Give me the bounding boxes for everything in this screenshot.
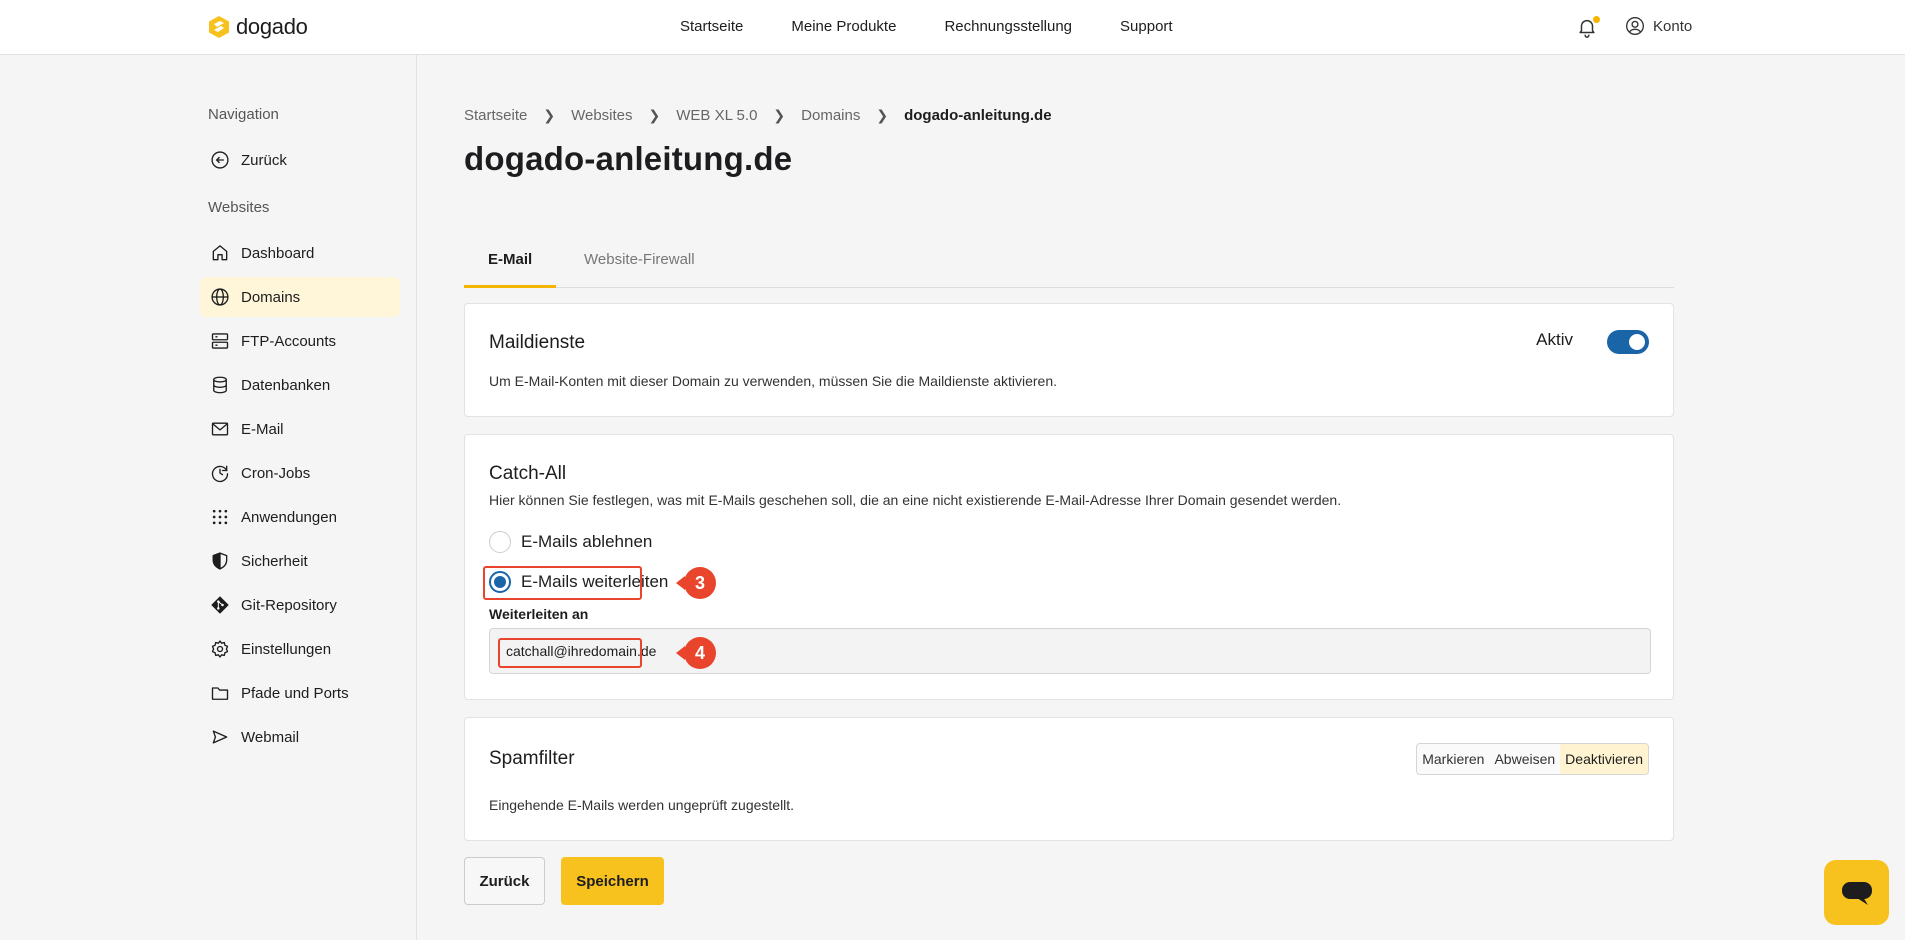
- sidebar-item-label: Cron-Jobs: [241, 464, 311, 482]
- dogado-logo-icon: [209, 16, 229, 38]
- catch-all-title: Catch-All: [489, 463, 567, 484]
- sidebar-item-cron-jobs[interactable]: Cron-Jobs: [200, 453, 400, 493]
- sidebar-item-label: E-Mail: [241, 420, 284, 438]
- catch-all-description: Hier können Sie festlegen, was mit E-Mai…: [489, 492, 1342, 508]
- breadcrumb-domains[interactable]: Domains: [801, 107, 860, 124]
- notification-dot: [1593, 16, 1600, 23]
- save-button[interactable]: Speichern: [561, 857, 664, 905]
- sidebar-item-git-repository[interactable]: Git-Repository: [200, 585, 400, 625]
- nav-rechnungsstellung[interactable]: Rechnungsstellung: [944, 18, 1072, 35]
- maildienste-card: Maildienste Aktiv Um E-Mail-Konten mit d…: [464, 303, 1674, 417]
- forward-field-label: Weiterleiten an: [489, 606, 589, 622]
- sidebar-item-label: Sicherheit: [241, 552, 308, 570]
- send-icon: [212, 730, 228, 744]
- mail-icon: [211, 422, 229, 436]
- chat-icon: [1841, 881, 1872, 905]
- toggle-label: Aktiv: [1536, 330, 1573, 349]
- chat-button[interactable]: [1824, 860, 1889, 925]
- server-icon: [211, 333, 229, 349]
- maildienste-toggle[interactable]: [1607, 330, 1649, 354]
- chevron-right-icon: ❯: [648, 107, 661, 123]
- radio-reject[interactable]: [489, 531, 511, 553]
- sidebar-heading-websites: Websites: [208, 199, 270, 216]
- step-badge-4: 4: [676, 637, 716, 669]
- sidebar-item-label: Dashboard: [241, 244, 315, 262]
- nav-startseite[interactable]: Startseite: [680, 18, 743, 35]
- nav-support[interactable]: Support: [1120, 18, 1173, 35]
- breadcrumb-current: dogado-anleitung.de: [904, 107, 1052, 124]
- chevron-right-icon: ❯: [543, 107, 556, 123]
- spamfilter-option-markieren[interactable]: Markieren: [1417, 744, 1489, 774]
- spamfilter-description: Eingehende E-Mails werden ungeprüft zuge…: [489, 797, 795, 813]
- breadcrumb: Startseite ❯ Websites ❯ WEB XL 5.0 ❯ Dom…: [464, 107, 1052, 124]
- radio-reject-label: E-Mails ablehnen: [521, 532, 653, 551]
- sidebar-item-label: Zurück: [241, 151, 287, 169]
- chevron-right-icon: ❯: [773, 107, 786, 123]
- tab-email[interactable]: E-Mail: [464, 242, 557, 288]
- clock-icon: [211, 465, 229, 483]
- sidebar: Navigation Zurück Websites Dashboard Dom…: [0, 55, 417, 940]
- database-icon: [213, 376, 227, 394]
- page-title: dogado-anleitung.de: [464, 140, 793, 177]
- breadcrumb-websites[interactable]: Websites: [571, 107, 632, 124]
- maildienste-description: Um E-Mail-Konten mit dieser Domain zu ve…: [489, 373, 1058, 389]
- logo-text: dogado: [236, 14, 308, 39]
- sidebar-item-ftp-accounts[interactable]: FTP-Accounts: [200, 321, 400, 361]
- step-badge-3: 3: [676, 567, 716, 599]
- sidebar-item-label: Pfade und Ports: [241, 684, 349, 702]
- chevron-right-icon: ❯: [876, 107, 889, 123]
- home-icon: [212, 245, 228, 261]
- git-icon: [211, 596, 229, 614]
- top-bar: dogado Startseite Meine Produkte Rechnun…: [0, 0, 1905, 55]
- main-nav: Startseite Meine Produkte Rechnungsstell…: [680, 18, 1173, 35]
- annotation-highlight-forward: [483, 566, 642, 600]
- spamfilter-option-abweisen[interactable]: Abweisen: [1489, 744, 1560, 774]
- sidebar-item-label: Git-Repository: [241, 596, 337, 614]
- breadcrumb-startseite[interactable]: Startseite: [464, 107, 527, 124]
- sidebar-item-einstellungen[interactable]: Einstellungen: [200, 629, 400, 669]
- maildienste-title: Maildienste: [489, 332, 586, 353]
- sidebar-heading-navigation: Navigation: [208, 106, 279, 123]
- spamfilter-segmented-control: Markieren Abweisen Deaktivieren: [1416, 743, 1649, 775]
- back-button[interactable]: Zurück: [464, 857, 545, 905]
- gear-icon: [211, 640, 229, 658]
- sidebar-item-email[interactable]: E-Mail: [200, 409, 400, 449]
- sidebar-item-domains[interactable]: Domains: [200, 277, 400, 317]
- tab-bar: E-Mail Website-Firewall: [464, 242, 1674, 288]
- folder-icon: [211, 687, 229, 700]
- sidebar-item-anwendungen[interactable]: Anwendungen: [200, 497, 400, 537]
- sidebar-item-label: Einstellungen: [241, 640, 332, 658]
- radio-option-reject[interactable]: E-Mails ablehnen: [489, 531, 652, 553]
- nav-meine-produkte[interactable]: Meine Produkte: [791, 18, 896, 35]
- sidebar-item-label: Anwendungen: [241, 508, 337, 526]
- sidebar-item-label: FTP-Accounts: [241, 332, 337, 350]
- sidebar-item-datenbanken[interactable]: Datenbanken: [200, 365, 400, 405]
- sidebar-item-sicherheit[interactable]: Sicherheit: [200, 541, 400, 581]
- tab-website-firewall[interactable]: Website-Firewall: [560, 242, 719, 288]
- arrow-left-circle-icon: [211, 151, 229, 169]
- account-label: Konto: [1653, 17, 1693, 35]
- sidebar-item-dashboard[interactable]: Dashboard: [200, 233, 400, 273]
- sidebar-item-label: Webmail: [241, 728, 300, 746]
- sidebar-item-back[interactable]: Zurück: [200, 140, 400, 180]
- spamfilter-option-deaktivieren[interactable]: Deaktivieren: [1560, 744, 1648, 774]
- spamfilter-card: Spamfilter Markieren Abweisen Deaktivier…: [464, 717, 1674, 841]
- shield-icon: [212, 552, 228, 570]
- spamfilter-title: Spamfilter: [489, 748, 575, 769]
- account-menu[interactable]: Konto: [1625, 16, 1692, 36]
- breadcrumb-web-xl[interactable]: WEB XL 5.0: [676, 107, 757, 124]
- sidebar-item-label: Datenbanken: [241, 376, 331, 394]
- forward-email-input[interactable]: [489, 628, 1651, 674]
- logo[interactable]: dogado: [208, 14, 308, 40]
- sidebar-item-label: Domains: [241, 288, 301, 306]
- annotation-highlight-input: [498, 638, 642, 668]
- sidebar-item-pfade-und-ports[interactable]: Pfade und Ports: [200, 673, 400, 713]
- user-icon: [1626, 17, 1644, 35]
- globe-icon: [211, 288, 229, 306]
- sidebar-item-webmail[interactable]: Webmail: [200, 717, 400, 757]
- grid-icon: [212, 509, 228, 525]
- catch-all-card: Catch-All Hier können Sie festlegen, was…: [464, 434, 1674, 700]
